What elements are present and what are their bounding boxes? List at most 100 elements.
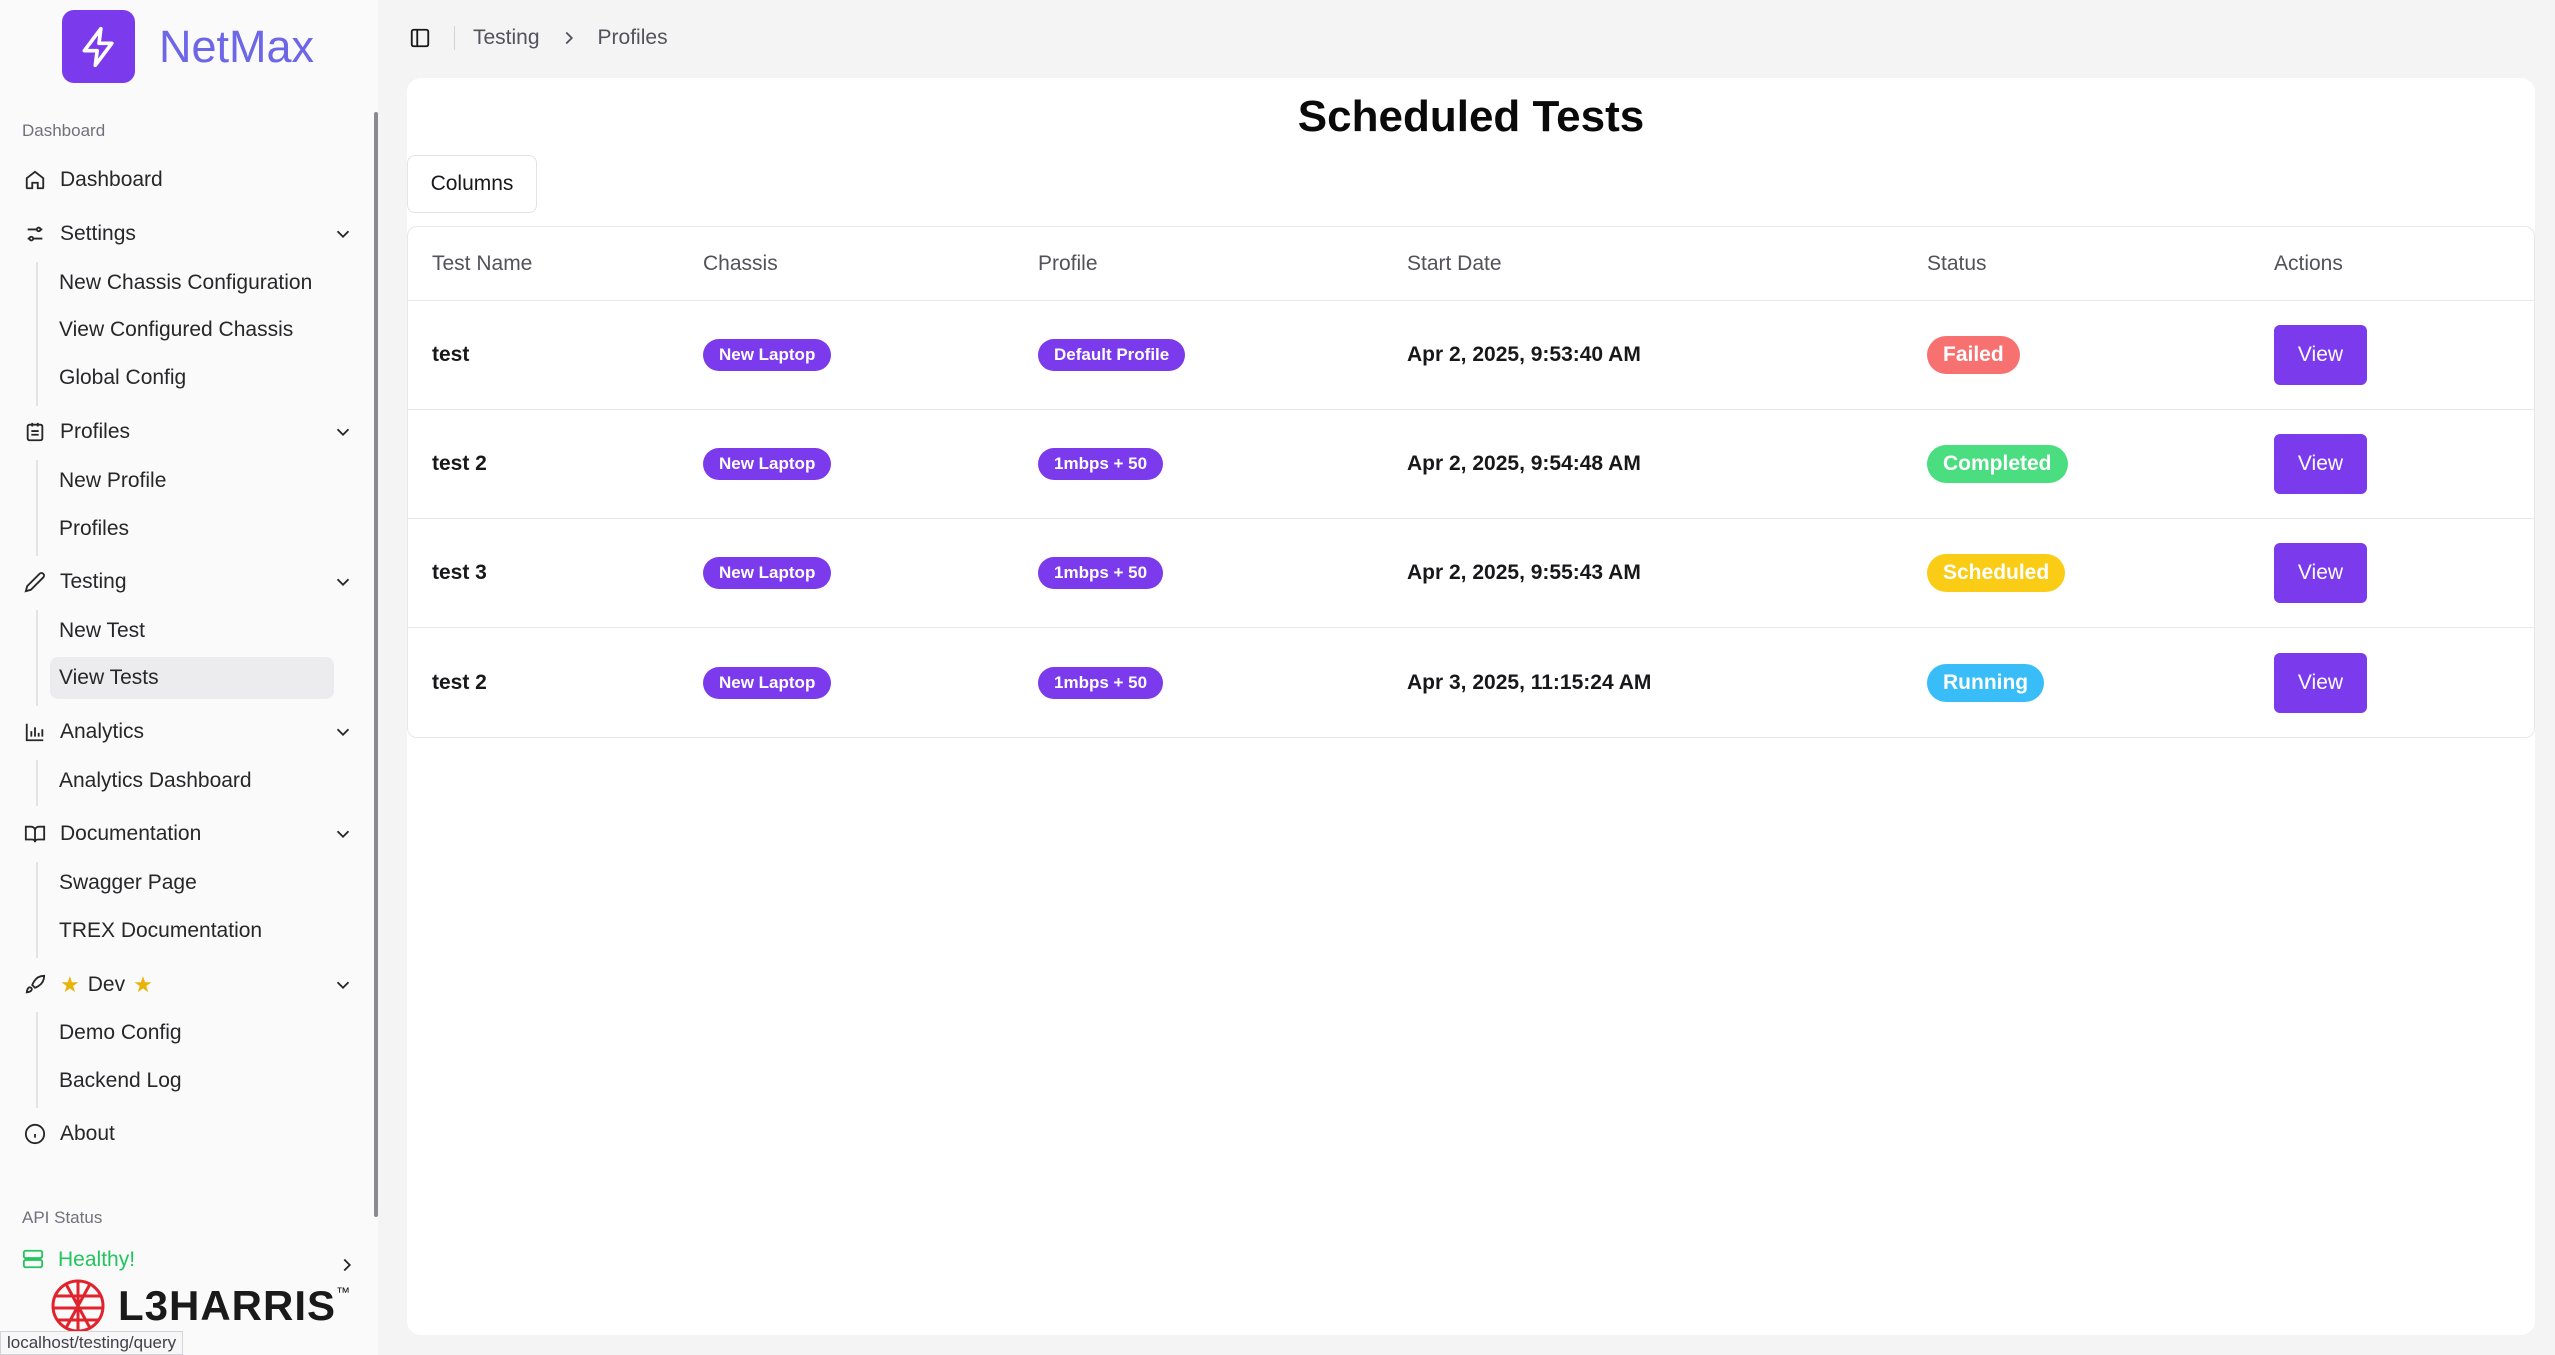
breadcrumb-testing[interactable]: Testing: [473, 26, 540, 50]
star-icon: ★: [133, 972, 153, 997]
status-badge: Running: [1927, 663, 2045, 702]
sidebar-item-settings[interactable]: Settings: [18, 212, 364, 256]
browser-status-url: localhost/testing/query: [0, 1331, 184, 1355]
start-date: Apr 3, 2025, 11:15:24 AM: [1407, 670, 1652, 694]
sidebar-toggle-button[interactable]: [400, 18, 440, 58]
table-row: test 2 New Laptop 1mbps + 50 Apr 2, 2025…: [408, 410, 2534, 519]
start-date: Apr 2, 2025, 9:53:40 AM: [1407, 343, 1641, 366]
sidebar: NetMax Dashboard Dashboard Settings New …: [0, 0, 378, 1355]
chevron-down-icon: [336, 428, 350, 437]
sidebar-item-label: Settings: [60, 222, 136, 245]
sidebar-item-documentation[interactable]: Documentation: [18, 812, 364, 856]
chevron-right-icon: [565, 31, 573, 45]
chassis-badge: New Laptop: [703, 448, 832, 480]
sub-divider: [36, 610, 38, 706]
view-button[interactable]: View: [2274, 543, 2367, 603]
profile-badge: 1mbps + 50: [1038, 557, 1164, 589]
sub-divider: [36, 862, 38, 958]
table-row: test 2 New Laptop 1mbps + 50 Apr 3, 2025…: [408, 628, 2534, 737]
profile-badge: Default Profile: [1038, 339, 1186, 371]
chassis-badge: New Laptop: [703, 339, 832, 371]
chassis-badge: New Laptop: [703, 557, 832, 589]
columns-button[interactable]: Columns: [407, 155, 537, 213]
table-row: test 3 New Laptop 1mbps + 50 Apr 2, 2025…: [408, 519, 2534, 628]
group-label-dashboard: Dashboard: [22, 121, 106, 140]
sidebar-item-backend-log[interactable]: Backend Log: [50, 1060, 334, 1102]
sidebar-item-new-chassis[interactable]: New Chassis Configuration: [50, 262, 334, 304]
lightning-icon: [62, 10, 135, 83]
sidebar-item-global-config[interactable]: Global Config: [50, 357, 334, 399]
sidebar-item-profiles[interactable]: Profiles: [18, 410, 364, 454]
sidebar-item-label: Testing: [60, 570, 127, 593]
breadcrumb-profiles[interactable]: Profiles: [598, 26, 668, 50]
bar-chart-icon: [22, 719, 48, 745]
header-profile[interactable]: Profile: [1038, 252, 1098, 276]
sub-divider: [36, 1012, 38, 1108]
table-row: test New Laptop Default Profile Apr 2, 2…: [408, 301, 2534, 410]
company-logo: L3HARRIS ™: [48, 1278, 350, 1334]
page-title: Scheduled Tests: [1297, 92, 1645, 141]
sidebar-item-about[interactable]: About: [18, 1112, 364, 1156]
view-button[interactable]: View: [2274, 434, 2367, 494]
chevron-down-icon: [336, 830, 350, 839]
sub-divider: [36, 760, 38, 806]
view-button[interactable]: View: [2274, 652, 2367, 713]
chevron-right-icon[interactable]: [336, 1254, 358, 1276]
sidebar-item-label: Dev: [87, 973, 126, 996]
brand-name: NetMax: [159, 20, 315, 72]
chevron-down-icon: [336, 981, 350, 990]
top-bar: Testing Profiles: [400, 18, 668, 58]
sidebar-item-swagger[interactable]: Swagger Page: [50, 862, 334, 904]
info-icon: [22, 1121, 48, 1147]
sidebar-item-new-profile[interactable]: New Profile: [50, 460, 334, 502]
sidebar-item-view-chassis[interactable]: View Configured Chassis: [50, 309, 334, 351]
sidebar-item-dashboard[interactable]: Dashboard: [18, 158, 364, 202]
home-icon: [22, 167, 48, 193]
table-header: Test Name Chassis Profile Start Date Sta…: [408, 227, 2534, 301]
status-badge: Scheduled: [1927, 554, 2066, 592]
header-chassis[interactable]: Chassis: [703, 252, 778, 276]
sidebar-item-label: Dashboard: [60, 168, 163, 191]
server-icon: [22, 1248, 48, 1272]
sidebar-item-demo-config[interactable]: Demo Config: [50, 1012, 334, 1054]
chevron-down-icon: [336, 578, 350, 587]
topbar-divider: [454, 26, 455, 50]
sliders-icon: [22, 221, 48, 247]
header-test-name[interactable]: Test Name: [432, 252, 532, 276]
panel-left-icon: [410, 28, 430, 48]
profile-badge: 1mbps + 50: [1038, 666, 1164, 699]
header-start-date[interactable]: Start Date: [1407, 252, 1502, 276]
chassis-badge: New Laptop: [703, 666, 832, 699]
start-date: Apr 2, 2025, 9:55:43 AM: [1407, 561, 1641, 584]
sidebar-item-testing[interactable]: Testing: [18, 560, 364, 604]
test-name: test: [432, 343, 470, 366]
sidebar-item-label: Profiles: [60, 420, 131, 443]
api-status-item[interactable]: Healthy!: [22, 1248, 362, 1272]
sidebar-item-new-test[interactable]: New Test: [50, 610, 334, 652]
sidebar-item-label: Documentation: [60, 822, 202, 845]
sub-divider: [36, 460, 38, 556]
main-content: Scheduled Tests Columns Test Name Chassi…: [407, 78, 2535, 1335]
brand[interactable]: NetMax: [62, 10, 314, 83]
view-button[interactable]: View: [2274, 325, 2367, 385]
sidebar-item-view-tests[interactable]: View Tests: [50, 657, 334, 699]
globe-logo-icon: [51, 1279, 105, 1333]
group-label-api-status: API Status: [22, 1208, 103, 1227]
sidebar-item-profiles-list[interactable]: Profiles: [50, 508, 334, 550]
clipboard-icon: [22, 419, 48, 445]
header-status[interactable]: Status: [1927, 252, 1987, 276]
sidebar-item-label: Analytics: [60, 720, 145, 743]
sidebar-item-dev[interactable]: ★ Dev ★: [18, 963, 364, 1007]
sidebar-item-trex-docs[interactable]: TREX Documentation: [50, 910, 334, 952]
status-badge: Failed: [1927, 336, 2020, 374]
header-actions: Actions: [2274, 251, 2343, 275]
sidebar-item-analytics[interactable]: Analytics: [18, 710, 364, 754]
status-badge: Completed: [1927, 445, 2068, 483]
sidebar-item-label: About: [60, 1122, 115, 1145]
test-name: test 3: [432, 561, 487, 584]
trademark-symbol: ™: [336, 1284, 351, 1300]
star-icon: ★: [60, 972, 80, 997]
sidebar-scrollbar[interactable]: [374, 112, 378, 1217]
sidebar-item-analytics-dashboard[interactable]: Analytics Dashboard: [50, 760, 334, 802]
rocket-icon: [22, 972, 48, 998]
